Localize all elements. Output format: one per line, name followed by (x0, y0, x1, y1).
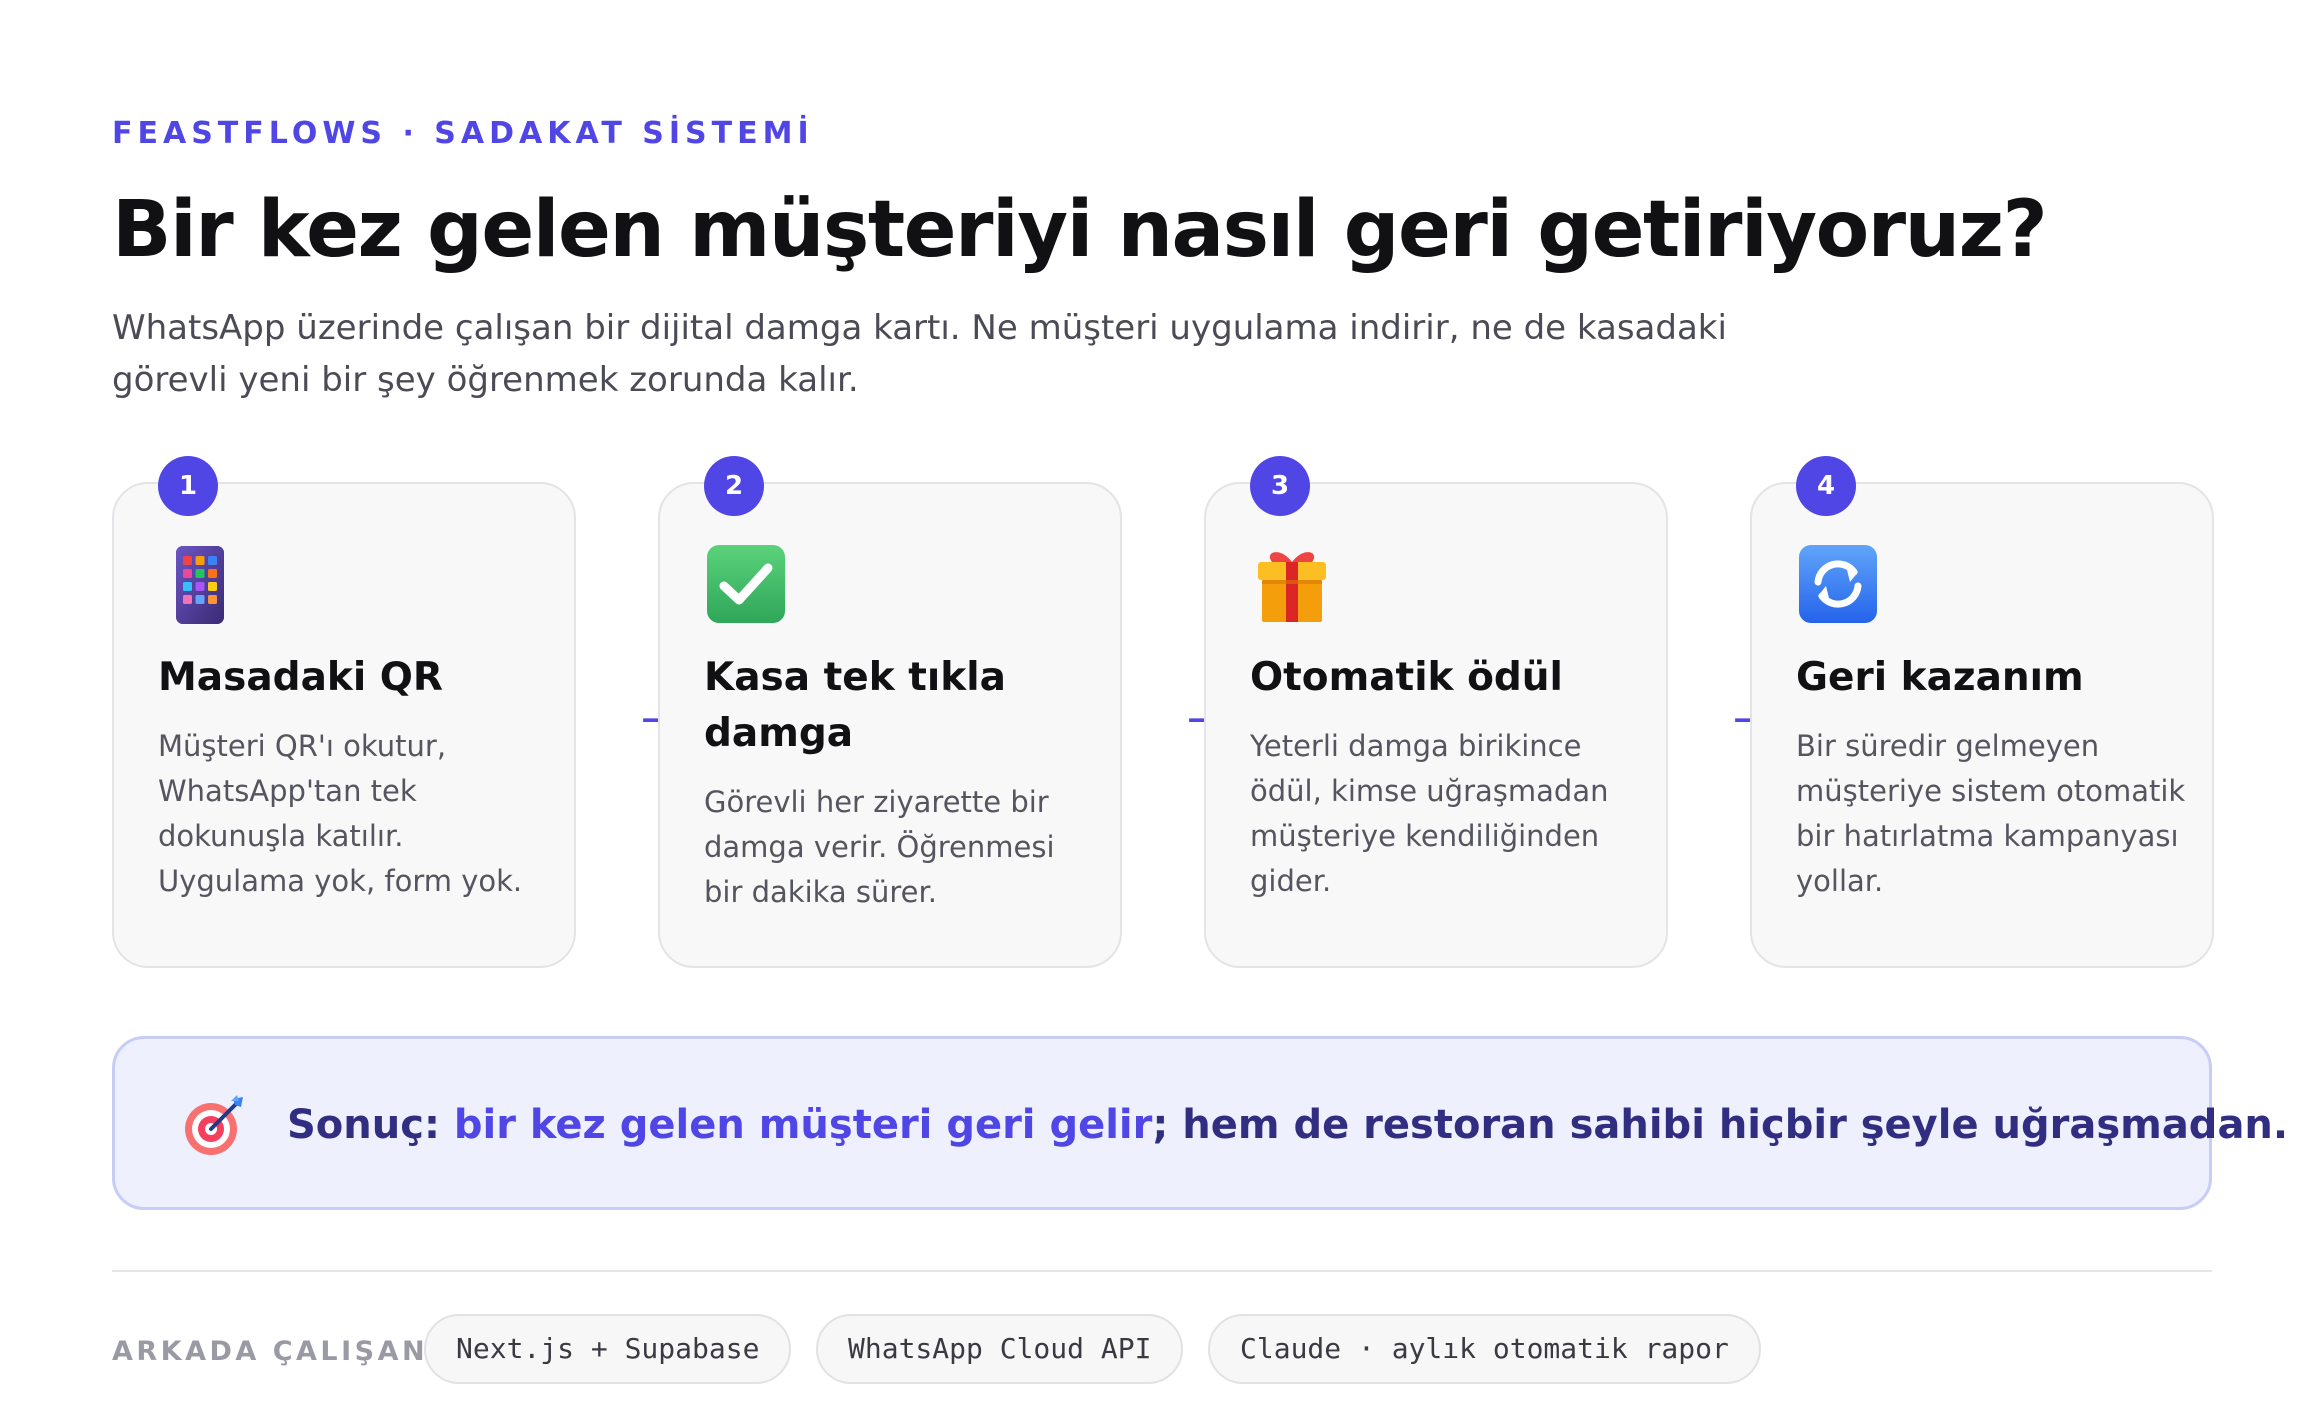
eyebrow: FEASTFLOWS · SADAKAT SİSTEMİ (112, 116, 814, 151)
page-subtitle: WhatsApp üzerinde çalışan bir dijital da… (112, 308, 1727, 400)
target-dart-icon (181, 1093, 247, 1159)
step-card-1: 1 Masadaki QR Müşteri QR'ı okutur, Whats… (112, 456, 576, 968)
step-card-3: 3 Otomatik ödül Yeterli damga birikince … (1204, 456, 1668, 968)
step-card-2: 2 Kasa tek tıkla damga Görevli her ziyar… (658, 456, 1122, 968)
step-description: Müşteri QR'ı okutur, WhatsApp'tan tek do… (158, 729, 523, 898)
step-title: Masadaki QR (158, 655, 443, 700)
tech-chip: WhatsApp Cloud API (816, 1314, 1184, 1384)
step-number-badge: 1 (158, 456, 218, 516)
step-description: Bir süredir gelmeyen müşteriye sistem ot… (1796, 729, 2186, 898)
tech-chip: Claude · aylık otomatik rapor (1208, 1314, 1761, 1384)
refresh-icon (1796, 542, 1880, 626)
step-number-badge: 2 (704, 456, 764, 516)
step-description: Görevli her ziyarette bir damga verir. Ö… (704, 785, 1055, 909)
gift-icon (1250, 542, 1334, 626)
stack-label: ARKADA ÇALIŞAN (112, 1336, 429, 1367)
result-text: Sonuç: bir kez gelen müşteri geri gelir;… (287, 1095, 2288, 1155)
result-lead: Sonuç: (287, 1102, 454, 1148)
step-number-badge: 4 (1796, 456, 1856, 516)
step-title: Otomatik ödül (1250, 655, 1563, 700)
step-title: Geri kazanım (1796, 655, 2084, 700)
result-rest: ; hem de restoran sahibi hiçbir şeyle uğ… (1152, 1102, 2289, 1148)
step-description: Yeterli damga birikince ödül, kimse uğra… (1250, 729, 1609, 898)
divider (112, 1270, 2212, 1272)
page-title: Bir kez gelen müşteriyi nasıl geri getir… (112, 185, 2048, 275)
steps-row: 1 Masadaki QR Müşteri QR'ı okutur, Whats… (112, 456, 2214, 968)
step-card-4: 4 Geri kazanım Bir süredir gelmeyen müşt… (1750, 456, 2214, 968)
step-title: Kasa tek tıkla damga (704, 655, 1006, 756)
step-number-badge: 3 (1250, 456, 1310, 516)
qr-grid-icon (158, 542, 242, 626)
page: FEASTFLOWS · SADAKAT SİSTEMİ Bir kez gel… (0, 0, 2320, 1420)
tech-chip: Next.js + Supabase (424, 1314, 792, 1384)
result-banner: Sonuç: bir kez gelen müşteri geri gelir;… (112, 1036, 2288, 1210)
result-highlight: bir kez gelen müşteri geri gelir (453, 1102, 1153, 1148)
check-mark-icon (704, 542, 788, 626)
